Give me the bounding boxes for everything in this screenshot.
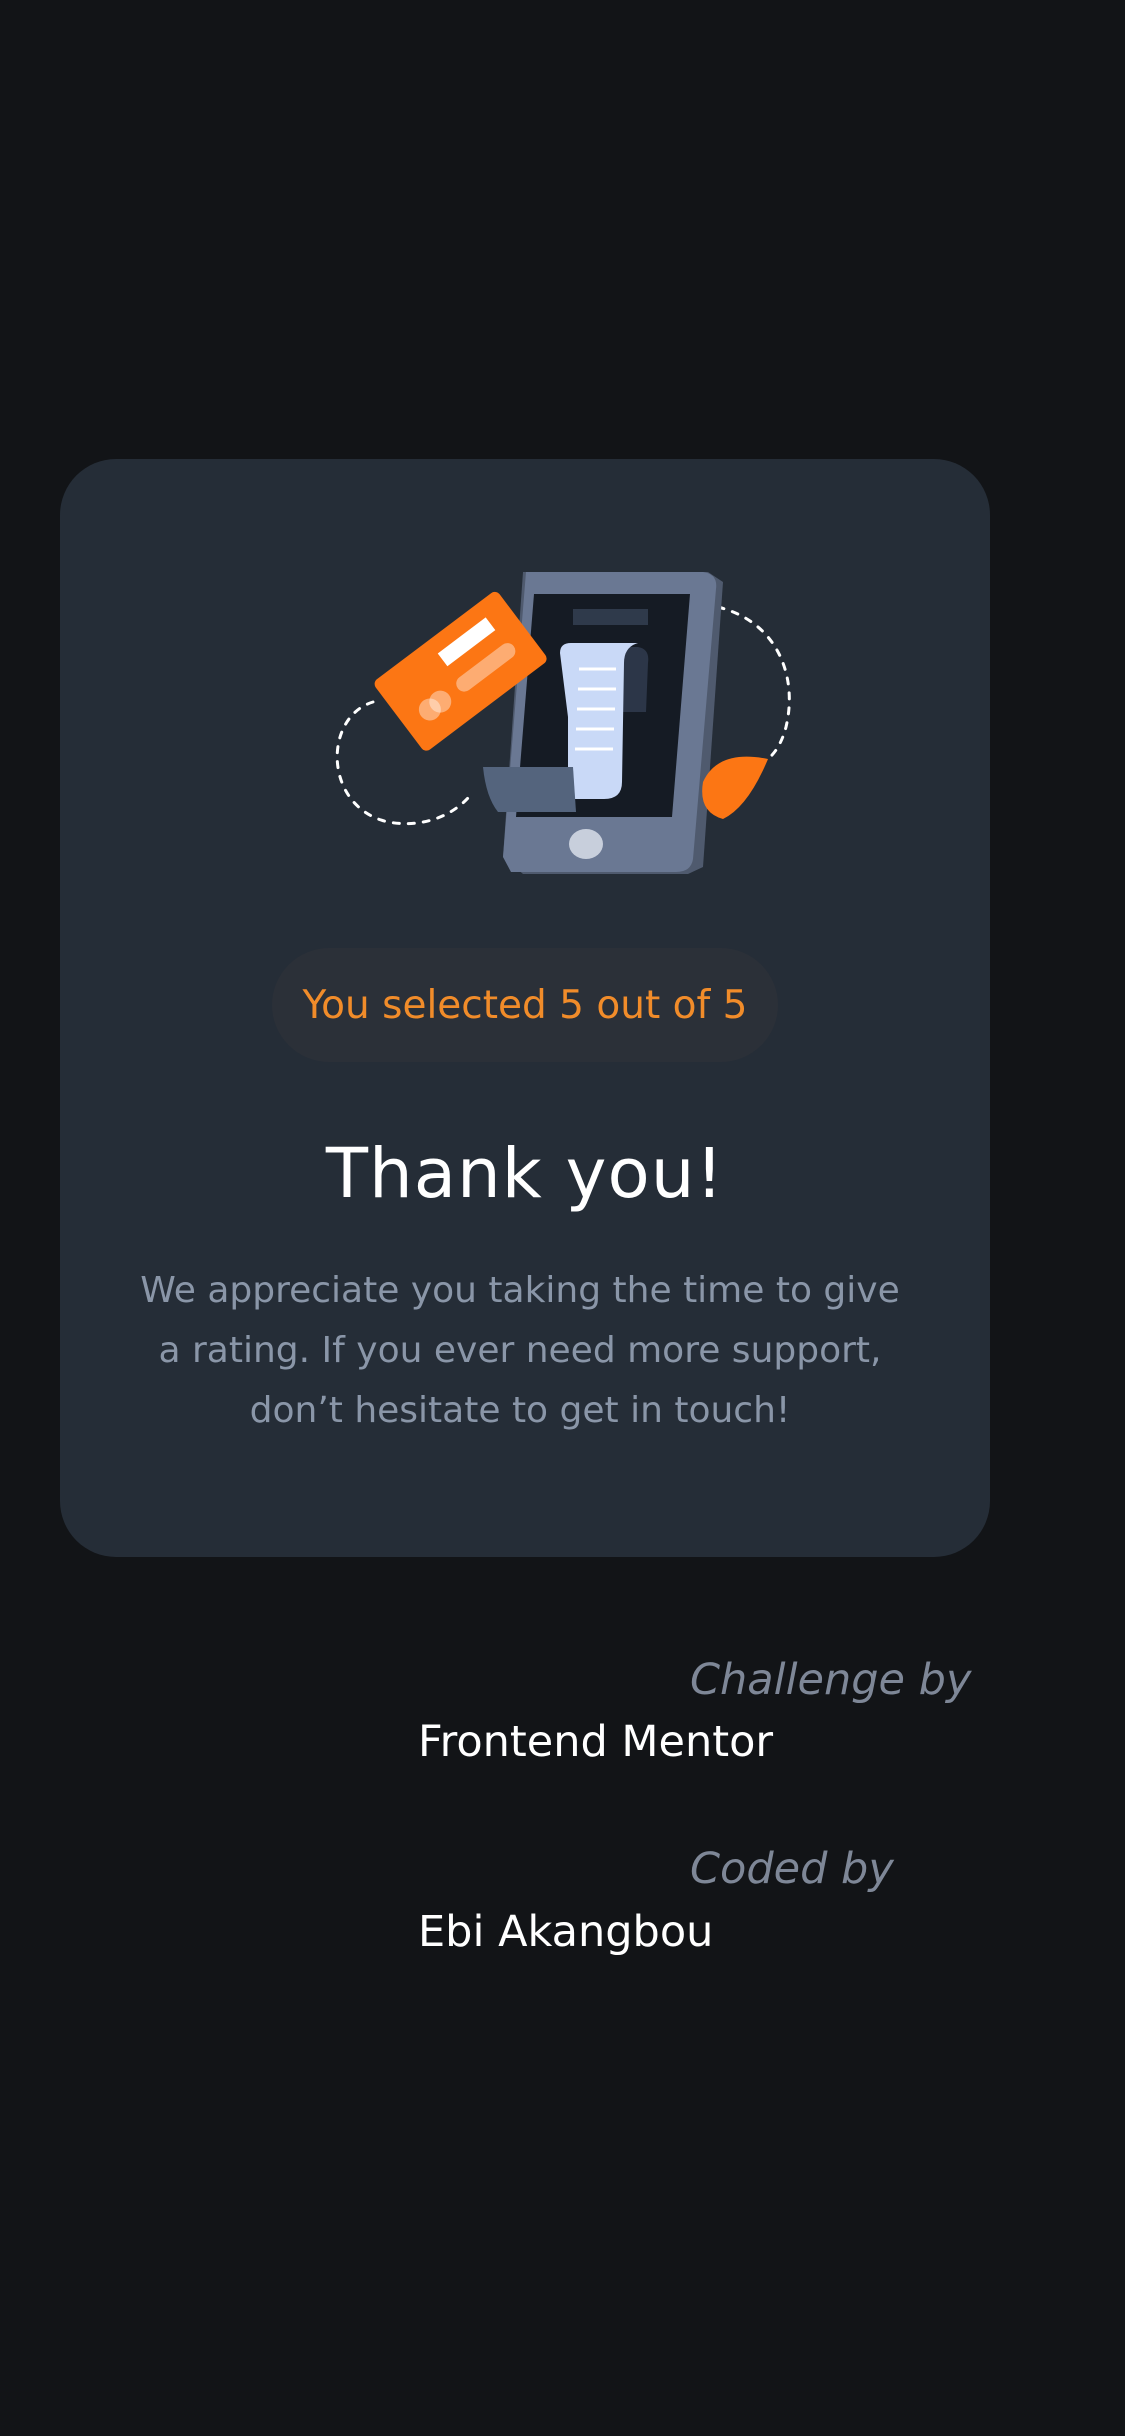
- thank-you-card: You selected 5 out of 5 Thank you! We ap…: [60, 459, 990, 1557]
- phone-receipt-card-illustration: [335, 572, 791, 874]
- selection-badge: You selected 5 out of 5: [272, 948, 778, 1062]
- author-link[interactable]: Ebi Akangbou: [418, 1904, 713, 1960]
- coded-by-label: Coded by: [690, 1844, 894, 1894]
- frontend-mentor-link[interactable]: Frontend Mentor: [418, 1714, 773, 1770]
- page-title: Thank you!: [325, 1134, 725, 1214]
- thank-you-message: We appreciate you taking the time to giv…: [140, 1270, 900, 1431]
- selection-text: You selected 5 out of 5: [302, 982, 748, 1028]
- challenge-by-label: Challenge by: [690, 1655, 972, 1705]
